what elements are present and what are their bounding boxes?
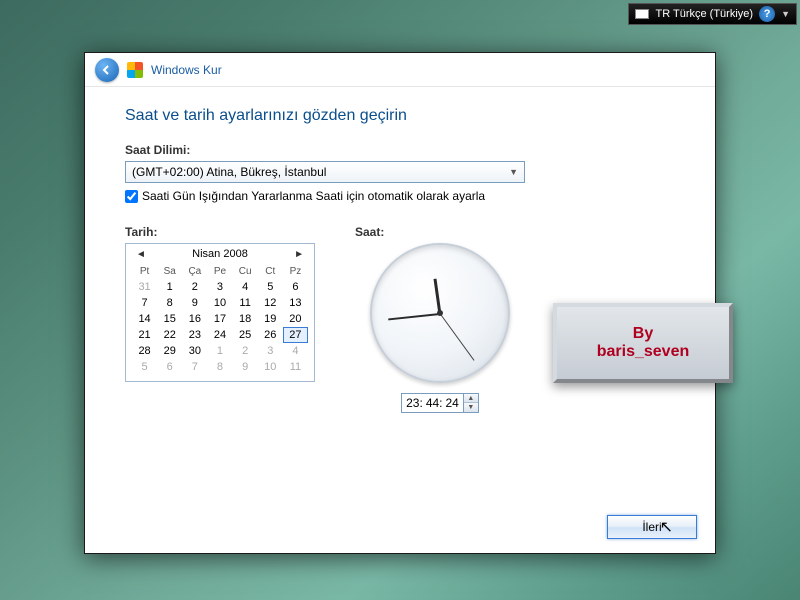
calendar-day[interactable]: 11 [233,295,258,311]
calendar-day[interactable]: 17 [207,311,232,327]
calendar-day[interactable]: 5 [132,359,157,375]
calendar-day[interactable]: 8 [207,359,232,375]
flag-icon [635,9,649,19]
setup-wizard-window: Windows Kur Saat ve tarih ayarlarınızı g… [84,52,716,554]
calendar-day[interactable]: 18 [233,311,258,327]
watermark-line1: By [633,325,653,343]
spinner-down-button[interactable]: ▼ [464,403,478,412]
calendar-day[interactable]: 4 [283,343,308,359]
calendar-day[interactable]: 5 [258,279,283,295]
calendar-day[interactable]: 15 [157,311,182,327]
timezone-label: Saat Dilimi: [125,143,675,157]
clock-center [437,310,443,316]
calendar-day[interactable]: 6 [157,359,182,375]
time-spinner-buttons: ▲ ▼ [464,393,479,413]
dropdown-arrow-icon[interactable]: ▼ [781,9,790,19]
time-field[interactable]: 23: 44: 24 [401,393,464,413]
calendar-day[interactable]: 7 [132,295,157,311]
time-seconds[interactable]: 24 [446,396,459,410]
time-minutes[interactable]: 44: [426,396,443,410]
calendar-day[interactable]: 28 [132,343,157,359]
chevron-down-icon: ▼ [509,167,518,177]
calendar-day[interactable]: 1 [157,279,182,295]
time-hours[interactable]: 23: [406,396,423,410]
analog-clock [370,243,510,383]
second-hand [440,313,475,361]
calendar-day[interactable]: 4 [233,279,258,295]
calendar-day[interactable]: 13 [283,295,308,311]
spinner-up-button[interactable]: ▲ [464,394,478,403]
calendar-day[interactable]: 31 [132,279,157,295]
help-icon[interactable]: ? [759,6,775,22]
wizard-title: Windows Kur [151,63,222,77]
calendar-day-header: Ça [182,264,207,279]
language-label[interactable]: TR Türkçe (Türkiye) [655,8,753,20]
back-button[interactable] [95,58,119,82]
calendar-day[interactable]: 1 [207,343,232,359]
calendar-day[interactable]: 9 [233,359,258,375]
calendar-day[interactable]: 6 [283,279,308,295]
calendar-day[interactable]: 8 [157,295,182,311]
dst-checkbox[interactable] [125,190,138,203]
wizard-header: Windows Kur [85,53,715,87]
calendar: ◄ Nisan 2008 ► PtSaÇaPeCuCtPz31123456789… [125,243,315,382]
calendar-day[interactable]: 23 [182,327,207,343]
calendar-day[interactable]: 21 [132,327,157,343]
calendar-day[interactable]: 27 [283,327,308,343]
watermark-line2: baris_seven [597,343,690,361]
calendar-next-button[interactable]: ► [290,249,308,260]
time-label: Saat: [355,225,525,239]
calendar-day[interactable]: 3 [207,279,232,295]
calendar-day[interactable]: 10 [207,295,232,311]
calendar-day-header: Pt [132,264,157,279]
timezone-value: (GMT+02:00) Atina, Bükreş, İstanbul [132,165,326,179]
calendar-day[interactable]: 20 [283,311,308,327]
time-spinner[interactable]: 23: 44: 24 ▲ ▼ [355,393,525,413]
calendar-day-header: Ct [258,264,283,279]
calendar-day-header: Pe [207,264,232,279]
calendar-day-header: Pz [283,264,308,279]
calendar-day[interactable]: 7 [182,359,207,375]
calendar-day[interactable]: 24 [207,327,232,343]
calendar-day[interactable]: 10 [258,359,283,375]
timezone-select[interactable]: (GMT+02:00) Atina, Bükreş, İstanbul ▼ [125,161,525,183]
calendar-day[interactable]: 26 [258,327,283,343]
calendar-month[interactable]: Nisan 2008 [192,248,248,260]
calendar-day-header: Sa [157,264,182,279]
calendar-day[interactable]: 2 [182,279,207,295]
calendar-day[interactable]: 12 [258,295,283,311]
date-label: Tarih: [125,225,315,239]
windows-logo-icon [127,62,143,78]
next-button[interactable]: İleri [607,515,697,539]
calendar-day[interactable]: 16 [182,311,207,327]
calendar-day[interactable]: 2 [233,343,258,359]
calendar-day[interactable]: 9 [182,295,207,311]
calendar-day[interactable]: 11 [283,359,308,375]
calendar-day-header: Cu [233,264,258,279]
calendar-grid: PtSaÇaPeCuCtPz31123456789101112131415161… [126,264,314,381]
calendar-day[interactable]: 22 [157,327,182,343]
calendar-day[interactable]: 29 [157,343,182,359]
calendar-prev-button[interactable]: ◄ [132,249,150,260]
calendar-day[interactable]: 25 [233,327,258,343]
minute-hand [388,313,440,320]
calendar-day[interactable]: 19 [258,311,283,327]
dst-checkbox-row[interactable]: Saati Gün Işığından Yararlanma Saati içi… [125,189,675,203]
watermark-badge: By baris_seven [553,303,733,383]
dst-label: Saati Gün Işığından Yararlanma Saati içi… [142,189,485,203]
calendar-day[interactable]: 14 [132,311,157,327]
page-heading: Saat ve tarih ayarlarınızı gözden geçiri… [125,107,675,125]
calendar-day[interactable]: 3 [258,343,283,359]
calendar-day[interactable]: 30 [182,343,207,359]
language-bar: TR Türkçe (Türkiye) ? ▼ [628,3,797,25]
